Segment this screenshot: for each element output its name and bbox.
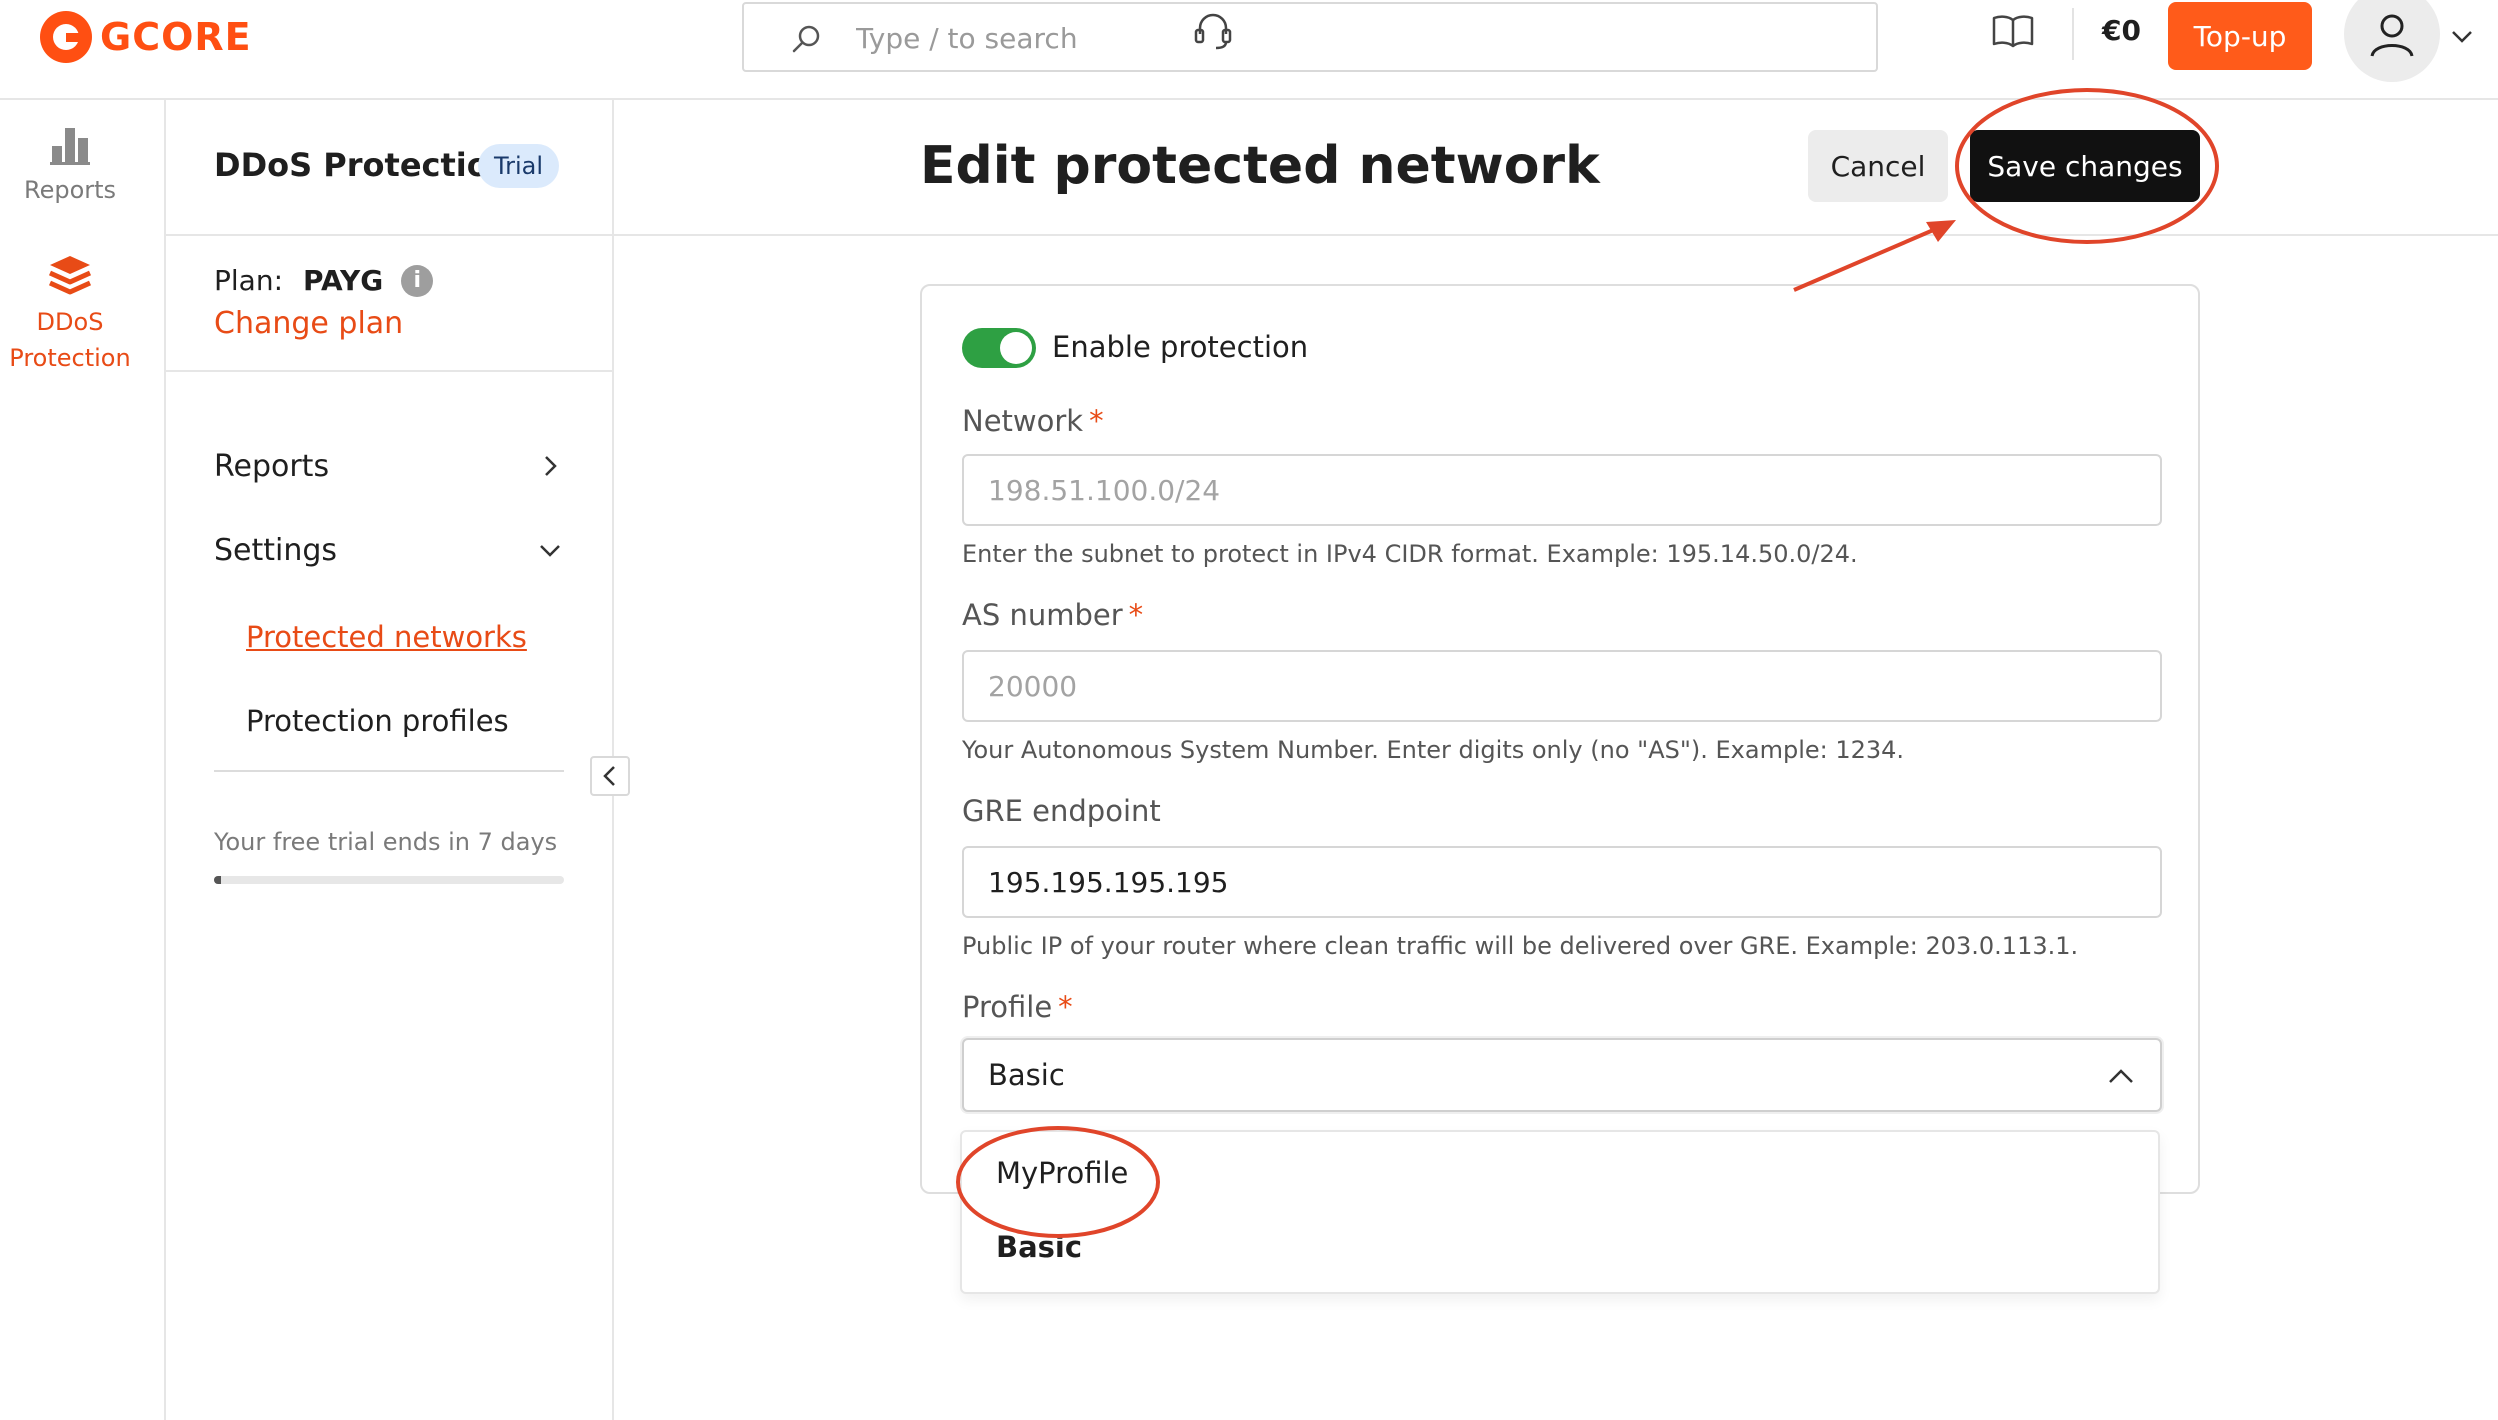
network-input[interactable]	[962, 454, 2162, 526]
sidebar-header: DDoS Protection Trial	[166, 100, 612, 236]
trial-remaining-text: Your free trial ends in 7 days	[214, 828, 558, 856]
gre-endpoint-input[interactable]	[962, 846, 2162, 918]
change-plan-link[interactable]: Change plan	[214, 306, 403, 341]
as-number-help-text: Your Autonomous System Number. Enter dig…	[962, 736, 1905, 764]
bar-chart-icon	[50, 128, 90, 165]
account-balance[interactable]: €0	[2102, 14, 2141, 47]
sidebar-item-protected-networks[interactable]: Protected networks	[246, 620, 527, 654]
product-sidebar: DDoS Protection Trial Plan: PAYG i Chang…	[166, 100, 614, 1420]
global-search[interactable]	[742, 2, 1878, 72]
plan-row: Plan: PAYG i	[214, 264, 434, 297]
enable-protection-label: Enable protection	[1052, 330, 1309, 364]
profile-selected-value: Basic	[988, 1058, 1065, 1092]
search-input[interactable]	[856, 14, 1816, 62]
network-help-text: Enter the subnet to protect in IPv4 CIDR…	[962, 540, 1858, 568]
product-title: DDoS Protection	[214, 146, 512, 184]
rail-item-ddos-protection[interactable]: DDoS Protection	[0, 254, 140, 376]
rail-item-reports[interactable]: Reports	[0, 124, 140, 208]
network-label: Network *	[962, 404, 1104, 438]
profile-option-myprofile[interactable]: MyProfile	[996, 1156, 1128, 1190]
annotation-arrow-line	[1793, 226, 1939, 292]
chevron-down-icon[interactable]	[2448, 22, 2476, 50]
gre-endpoint-label: GRE endpoint	[962, 794, 1161, 828]
trial-progress-fill	[214, 876, 221, 884]
enable-protection-toggle[interactable]	[962, 328, 1036, 368]
as-number-input[interactable]	[962, 650, 2162, 722]
layers-icon	[48, 256, 92, 295]
profile-dropdown-menu: MyProfile Basic	[960, 1130, 2160, 1294]
user-icon	[2370, 14, 2414, 57]
gcore-logo-icon	[40, 11, 92, 63]
top-up-button[interactable]: Top-up	[2168, 2, 2312, 70]
rail-item-label: DDoS Protection	[9, 308, 131, 372]
edit-network-form: Enable protection Network* Enter the sub…	[920, 284, 2200, 1194]
required-marker: *	[1128, 598, 1144, 632]
plan-label: Plan:	[214, 264, 284, 297]
save-changes-button[interactable]: Save changes	[1970, 130, 2200, 202]
chevron-up-icon	[2109, 1069, 2133, 1083]
sidebar-item-reports[interactable]: Reports	[214, 436, 564, 496]
book-icon[interactable]	[1988, 6, 2038, 56]
trial-badge: Trial	[478, 144, 560, 188]
as-number-label: AS number *	[962, 598, 1144, 632]
page-title: Edit protected network	[920, 136, 1600, 196]
headset-icon[interactable]	[1188, 6, 1238, 56]
sidebar-divider	[214, 770, 564, 772]
chevron-left-icon	[603, 766, 615, 786]
gcore-logo[interactable]: GCORE	[40, 6, 252, 68]
page-header: Edit protected network Cancel Save chang…	[614, 100, 2498, 236]
sidebar-item-protection-profiles[interactable]: Protection profiles	[246, 704, 509, 738]
profile-label: Profile *	[962, 990, 1073, 1024]
profile-select[interactable]: Basic	[962, 1038, 2162, 1112]
plan-section: Plan: PAYG i Change plan	[166, 236, 612, 372]
required-marker: *	[1089, 404, 1104, 438]
app-root: GCORE €0 Top-up	[0, 0, 2498, 1420]
product-rail: Reports DDoS Protection	[0, 100, 166, 1420]
required-marker: *	[1058, 990, 1073, 1024]
user-avatar[interactable]	[2344, 0, 2440, 82]
trial-progress-bar	[214, 876, 564, 884]
chevron-down-icon	[540, 545, 560, 557]
sidebar-item-settings[interactable]: Settings	[214, 520, 564, 580]
collapse-sidebar-button[interactable]	[590, 756, 630, 796]
topbar-divider	[2072, 8, 2074, 60]
search-icon	[792, 25, 820, 53]
top-bar: GCORE €0 Top-up	[0, 0, 2498, 100]
brand-name: GCORE	[100, 15, 252, 59]
info-icon[interactable]: i	[401, 264, 434, 297]
rail-item-label: Reports	[23, 176, 117, 204]
chevron-right-icon	[545, 456, 557, 476]
gre-endpoint-help-text: Public IP of your router where clean tra…	[962, 932, 2079, 960]
toggle-knob	[1000, 332, 1032, 364]
sidebar-item-label: Reports	[214, 448, 330, 484]
profile-option-basic[interactable]: Basic	[996, 1230, 1082, 1264]
cancel-button[interactable]: Cancel	[1808, 130, 1948, 202]
sidebar-item-label: Settings	[214, 532, 338, 568]
plan-value: PAYG	[303, 264, 384, 297]
